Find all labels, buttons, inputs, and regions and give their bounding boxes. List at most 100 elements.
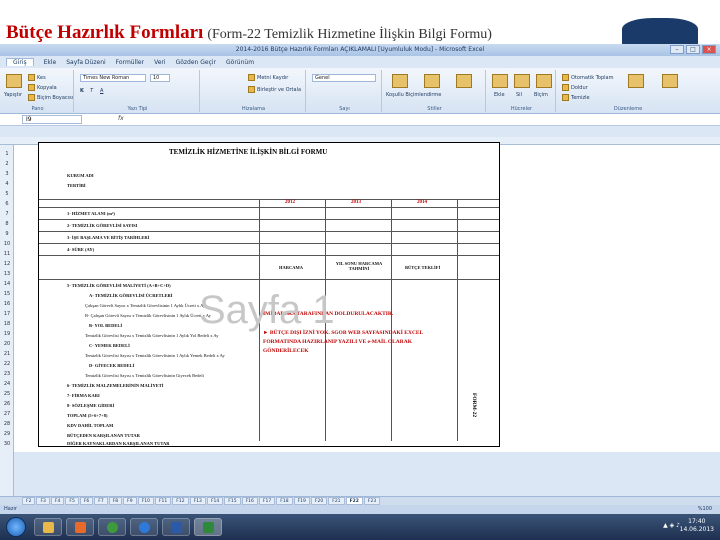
tab-insert[interactable]: Ekle [44,59,57,66]
taskbar-explorer[interactable] [34,518,62,536]
tab-view[interactable]: Görünüm [226,59,254,66]
taskbar-media[interactable] [66,518,94,536]
row-number[interactable]: 7 [0,211,14,217]
sheet-tab[interactable]: F8 [108,497,123,505]
row-number[interactable]: 29 [0,431,14,437]
minimize-icon[interactable]: – [670,45,684,54]
row-number[interactable]: 13 [0,271,14,277]
paste-button[interactable]: Yapıştır [4,92,22,98]
format-cells-icon[interactable] [536,74,552,88]
font-name-select[interactable]: Times New Roman [80,74,146,82]
sheet-tab[interactable]: F18 [276,497,293,505]
font-size-select[interactable]: 10 [150,74,170,82]
insert-button[interactable]: Ekle [494,92,505,98]
insert-cells-icon[interactable] [492,74,508,88]
row-number[interactable]: 24 [0,381,14,387]
worksheet-grid[interactable]: 1 2 3 4 5 6 7 8 9 10 11 12 13 14 15 16 17 18 19 20 21 22 23 24 2… [0,137,720,525]
bold-icon[interactable]: K [80,88,84,94]
row-number[interactable]: 25 [0,391,14,397]
row-number[interactable]: 22 [0,361,14,367]
taskbar-ie[interactable] [130,518,158,536]
row-number[interactable]: 1 [0,151,14,157]
row-number[interactable]: 19 [0,331,14,337]
maximize-icon[interactable]: □ [686,45,700,54]
copy-button[interactable]: Kopyala [28,84,57,91]
row-number[interactable]: 23 [0,371,14,377]
zoom-level[interactable]: %100 [698,505,712,514]
clock[interactable]: 17:40 14.06.2013 [680,518,714,534]
row-number[interactable]: 14 [0,281,14,287]
row-number[interactable]: 5 [0,191,14,197]
format-button[interactable]: Biçim [534,92,548,98]
tab-page-layout[interactable]: Sayfa Düzeni [66,59,105,66]
row-number[interactable]: 16 [0,301,14,307]
row-number[interactable]: 11 [0,251,14,257]
merge-center-button[interactable]: Birleştir ve Ortala [248,86,301,93]
row-number[interactable]: 27 [0,411,14,417]
find-select-icon[interactable] [662,74,678,88]
tab-data[interactable]: Veri [154,59,165,66]
row-number[interactable]: 10 [0,241,14,247]
sheet-tab[interactable]: F6 [79,497,94,505]
conditional-format-button[interactable]: Koşullu Biçimlendirme [386,92,441,98]
sheet-tab[interactable]: F17 [258,497,276,505]
format-table-icon[interactable] [424,74,440,88]
sheet-tab[interactable]: F15 [224,497,241,505]
clear-button[interactable]: Temizle [562,94,590,101]
sheet-tab[interactable]: F7 [94,497,108,505]
sheet-tab[interactable]: F5 [65,497,79,505]
tab-formulas[interactable]: Formüller [116,59,144,66]
row-number[interactable]: 18 [0,321,14,327]
row-number[interactable]: 2 [0,161,14,167]
sheet-tab[interactable]: F2 [22,497,36,505]
row-number[interactable]: 8 [0,221,14,227]
name-box[interactable]: I9 [22,115,82,124]
italic-icon[interactable]: T [90,88,93,94]
tab-review[interactable]: Gözden Geçir [176,59,216,66]
wrap-text-button[interactable]: Metni Kaydır [248,74,288,81]
close-icon[interactable]: × [702,45,716,54]
row-number[interactable]: 28 [0,421,14,427]
sheet-tab[interactable]: F13 [189,497,206,505]
paste-icon[interactable] [6,74,22,88]
row-number[interactable]: 30 [0,441,14,447]
tab-home[interactable]: Giriş [6,58,34,66]
sheet-tab[interactable]: F20 [310,497,328,505]
taskbar-excel[interactable] [194,518,222,536]
tray-icons[interactable]: ▲ ◈ ♪ [663,522,680,529]
cell-styles-icon[interactable] [456,74,472,88]
sheet-tab[interactable]: F11 [154,497,172,505]
sheet-tab[interactable]: F16 [241,497,258,505]
row-number[interactable]: 4 [0,181,14,187]
row-number[interactable]: 3 [0,171,14,177]
sheet-tab[interactable]: F23 [363,497,381,505]
sheet-tab[interactable]: F19 [293,497,310,505]
autosum-button[interactable]: Otomatik Toplam [562,74,614,81]
sheet-tab[interactable]: F4 [50,497,65,505]
number-format-select[interactable]: Genel [312,74,376,82]
underline-icon[interactable]: A [100,88,103,94]
fill-button[interactable]: Doldur [562,84,588,91]
start-button[interactable] [6,517,26,537]
row-number[interactable]: 15 [0,291,14,297]
row-number[interactable]: 21 [0,351,14,357]
row-number[interactable]: 17 [0,311,14,317]
sort-filter-icon[interactable] [628,74,644,88]
cut-button[interactable]: Kes [28,74,46,81]
taskbar-chrome[interactable] [98,518,126,536]
row-number[interactable]: 6 [0,201,14,207]
sheet-tab[interactable]: F21 [328,497,345,505]
sheet-tab[interactable]: F3 [36,497,50,505]
delete-button[interactable]: Sil [516,92,522,98]
sheet-tab[interactable]: F10 [137,497,154,505]
row-number[interactable]: 26 [0,401,14,407]
row-number[interactable]: 9 [0,231,14,237]
taskbar-word[interactable] [162,518,190,536]
sheet-tab[interactable]: F12 [172,497,189,505]
sheet-tab[interactable]: F14 [206,497,224,505]
row-number[interactable]: 20 [0,341,14,347]
sheet-tab[interactable]: F9 [123,497,137,505]
sheet-tab-active[interactable]: F22 [345,497,363,505]
conditional-format-icon[interactable] [392,74,408,88]
delete-cells-icon[interactable] [514,74,530,88]
